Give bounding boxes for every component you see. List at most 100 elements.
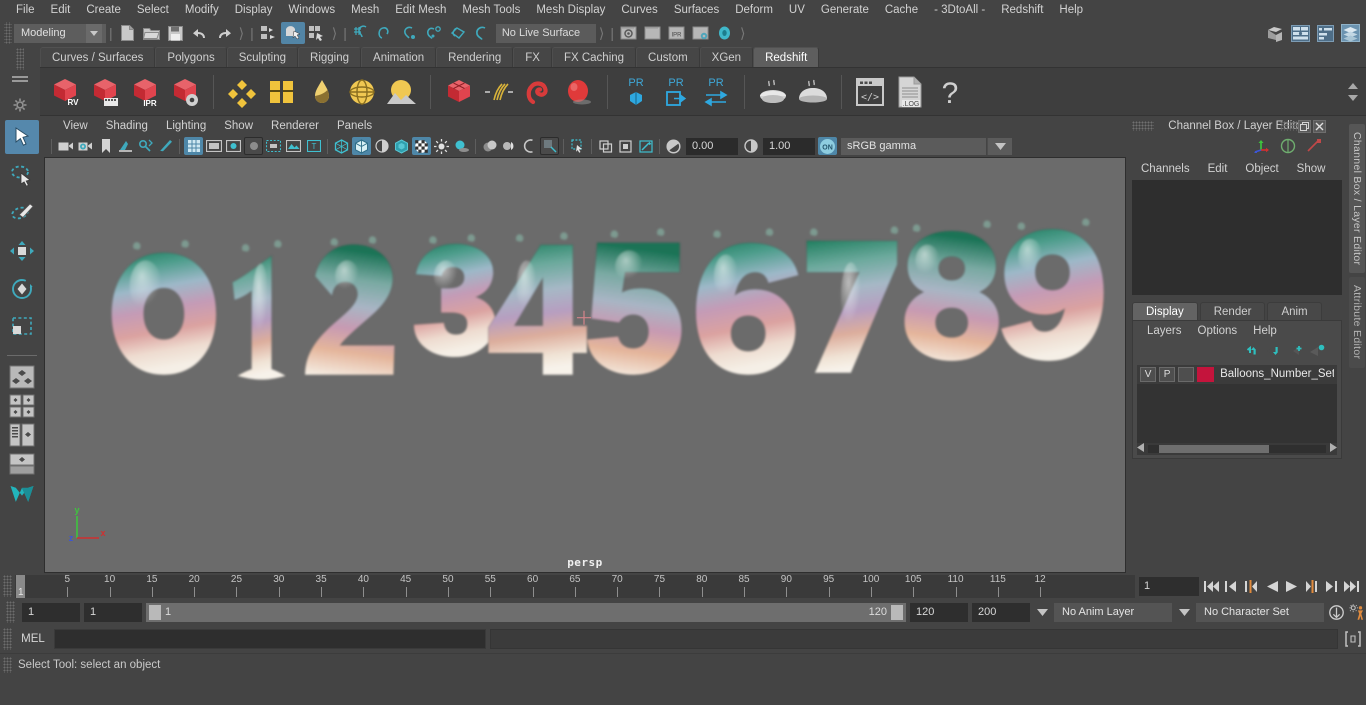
undo-icon[interactable]	[188, 22, 212, 44]
titlebar-icon[interactable]: T	[304, 137, 323, 155]
shelf-tab-fx-caching[interactable]: FX Caching	[551, 47, 637, 67]
move-axis-icon[interactable]	[1253, 138, 1270, 156]
step-forward-frame-icon[interactable]	[1303, 577, 1320, 595]
redshift-material-icon[interactable]	[223, 72, 261, 112]
two-d-pan-zoom-icon[interactable]	[136, 137, 155, 155]
screen-space-ao-icon[interactable]	[480, 137, 499, 155]
gamma-value-field[interactable]: 1.00	[763, 137, 815, 155]
redo-render-icon[interactable]	[641, 22, 665, 44]
camera-attributes-icon[interactable]	[76, 137, 95, 155]
menu-item-mesh-display[interactable]: Mesh Display	[528, 0, 613, 20]
shelf-menu-icon[interactable]	[12, 74, 28, 84]
menu-item-file[interactable]: File	[8, 0, 43, 20]
toggle-attribute-editor-icon[interactable]	[1288, 22, 1312, 44]
scroll-right-icon[interactable]	[1328, 442, 1337, 455]
xray-icon[interactable]	[568, 137, 587, 155]
color-profile-dropdown-chevron-down-icon[interactable]	[987, 137, 1012, 155]
grid-toggle-icon[interactable]	[184, 137, 203, 155]
redshift-environment-icon[interactable]	[383, 72, 421, 112]
outliner-persp-layout-icon[interactable]	[7, 422, 37, 448]
display-layer-row[interactable]: V P Balloons_Number_Set_	[1137, 364, 1337, 384]
redshift-sprite-icon[interactable]	[560, 72, 598, 112]
move-tool-icon[interactable]	[5, 234, 39, 268]
motion-blur-icon[interactable]	[500, 137, 519, 155]
paint-select-tool-icon[interactable]	[5, 196, 39, 230]
create-new-layer-icon[interactable]	[1287, 344, 1303, 360]
gamma-icon[interactable]	[741, 137, 760, 155]
live-surface-field[interactable]: No Live Surface	[495, 23, 596, 43]
exposure-value-field[interactable]: 0.00	[686, 137, 738, 155]
rotate-axis-icon[interactable]	[1280, 138, 1296, 157]
menu-item-deform[interactable]: Deform	[727, 0, 781, 20]
layer-tab-render[interactable]: Render	[1199, 301, 1266, 320]
command-language-label[interactable]: MEL	[16, 633, 50, 645]
panel-grip[interactable]	[1132, 121, 1154, 131]
step-back-keyframe-icon[interactable]	[1223, 577, 1240, 595]
layer-shading-toggle[interactable]	[1178, 366, 1195, 382]
use-default-material-icon[interactable]	[392, 137, 411, 155]
layer-tab-display[interactable]: Display	[1132, 301, 1198, 320]
select-by-component-icon[interactable]	[305, 22, 329, 44]
redshift-bake-set-icon[interactable]	[794, 72, 832, 112]
shelf-tab-custom[interactable]: Custom	[636, 47, 700, 67]
lasso-select-tool-icon[interactable]	[5, 158, 39, 192]
toggle-tool-settings-icon[interactable]	[1313, 22, 1337, 44]
color-management-icon[interactable]: ON	[818, 137, 837, 155]
channel-box-menu-channels[interactable]: Channels	[1132, 163, 1199, 175]
texture-toggle-icon[interactable]	[412, 137, 431, 155]
range-handle-left[interactable]	[149, 604, 161, 620]
close-window-icon[interactable]	[1313, 119, 1326, 133]
single-perspective-layout-icon[interactable]	[7, 364, 37, 390]
channel-box-menu-object[interactable]: Object	[1236, 163, 1287, 175]
render-current-frame-icon[interactable]	[617, 22, 641, 44]
anim-end-field[interactable]: 200	[972, 602, 1030, 622]
layer-color-swatch[interactable]	[1197, 366, 1215, 382]
layer-menu-options[interactable]: Options	[1190, 325, 1246, 337]
scroll-track[interactable]	[1148, 444, 1326, 453]
redshift-pr-shader-icon[interactable]: PR	[617, 72, 655, 112]
snap-to-projected-center-icon[interactable]	[422, 22, 446, 44]
gate-mask-icon[interactable]	[244, 137, 263, 155]
snap-to-curve-icon[interactable]	[374, 22, 398, 44]
display-layer-list[interactable]: V P Balloons_Number_Set_	[1137, 364, 1337, 443]
anim-layer-selector[interactable]: No Anim Layer	[1054, 602, 1172, 622]
select-by-hierarchy-icon[interactable]	[257, 22, 281, 44]
render-settings-icon[interactable]	[689, 22, 713, 44]
menu-item-edit[interactable]: Edit	[43, 0, 79, 20]
redshift-render-settings-icon[interactable]	[166, 72, 204, 112]
auto-keyframe-icon[interactable]	[1328, 603, 1345, 621]
wireframe-icon[interactable]	[332, 137, 351, 155]
paste-view-icon[interactable]	[616, 137, 635, 155]
redshift-script-editor-icon[interactable]: </>	[851, 72, 889, 112]
menu-item-modify[interactable]: Modify	[177, 0, 227, 20]
shelf-tab-redshift[interactable]: Redshift	[753, 47, 820, 67]
redshift-hair-icon[interactable]	[480, 72, 518, 112]
time-slider-grip[interactable]	[3, 575, 12, 597]
range-start-field[interactable]: 1	[84, 602, 142, 622]
command-input-field[interactable]	[54, 629, 486, 649]
persp-graph-layout-icon[interactable]	[7, 451, 37, 477]
menu-item-curves[interactable]: Curves	[613, 0, 665, 20]
viewport-menu-show[interactable]: Show	[215, 120, 262, 132]
redshift-light-blocker-icon[interactable]	[263, 72, 301, 112]
four-view-layout-icon[interactable]	[7, 393, 37, 419]
command-line-grip[interactable]	[3, 628, 12, 650]
shelf-options-gear-icon[interactable]	[13, 98, 27, 115]
scroll-thumb[interactable]	[1158, 444, 1270, 453]
range-slider-grip[interactable]	[6, 601, 15, 623]
film-gate-icon[interactable]	[204, 137, 223, 155]
playback-range-bar[interactable]: 1 120	[146, 602, 906, 622]
channel-box-menu-edit[interactable]: Edit	[1199, 163, 1237, 175]
smooth-shade-icon[interactable]	[352, 137, 371, 155]
select-tool-icon[interactable]	[5, 120, 39, 154]
multisample-icon[interactable]	[520, 137, 539, 155]
anim-start-field[interactable]: 1	[22, 602, 80, 622]
redshift-pr-transfer-icon[interactable]: PR	[697, 72, 735, 112]
shelf-scroll-up-icon[interactable]	[1348, 82, 1358, 89]
step-forward-keyframe-icon[interactable]	[1323, 577, 1340, 595]
layer-name-label[interactable]: Balloons_Number_Set_	[1217, 368, 1334, 380]
shadows-icon[interactable]	[452, 137, 471, 155]
viewport-menu-shading[interactable]: Shading	[97, 120, 157, 132]
open-scene-icon[interactable]	[140, 22, 164, 44]
scale-axis-icon[interactable]	[1306, 138, 1322, 156]
